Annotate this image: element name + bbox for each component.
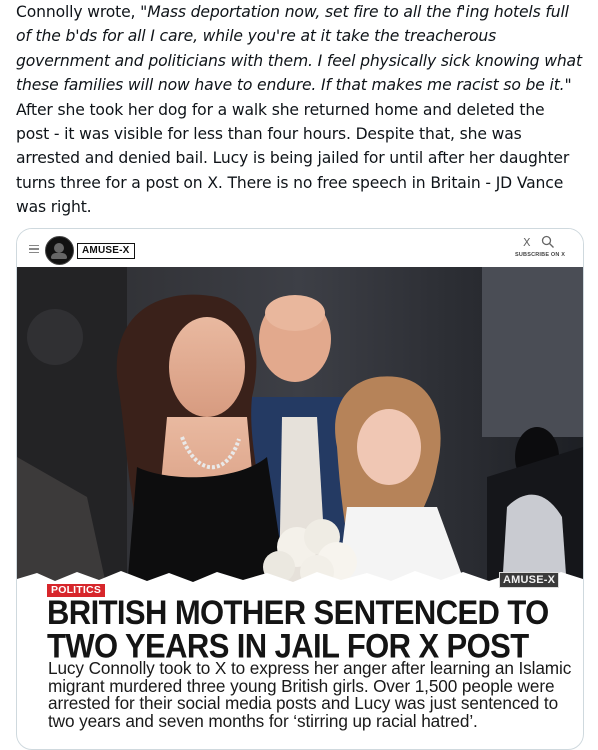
subscribe-label: SUBSCRIBE ON X (515, 252, 566, 258)
photo-illustration (17, 267, 583, 589)
brand-badge: AMUSE-X (77, 243, 135, 259)
x-logo-icon: X (523, 236, 531, 249)
search-icon (541, 235, 554, 248)
article-summary: Lucy Connolly took to X to express her a… (48, 658, 572, 731)
post-lead: Connolly wrote, (16, 3, 141, 21)
media-card[interactable]: AMUSE-X X SUBSCRIBE ON X AMUSE-X POLITIC… (16, 228, 584, 750)
amuse-logo-icon (45, 236, 74, 265)
post-rest: After she took her dog for a walk she re… (16, 100, 570, 217)
article-headline: BRITISH MOTHER SENTENCED TO TWO YEARS IN… (47, 592, 549, 666)
hamburger-menu-icon (29, 245, 39, 254)
post-text: Connolly wrote, "Mass deportation now, s… (16, 0, 582, 220)
article-photo: AMUSE-X (17, 267, 583, 589)
article-header-bar: AMUSE-X X SUBSCRIBE ON X (17, 229, 583, 269)
photo-watermark-badge: AMUSE-X (499, 572, 560, 588)
